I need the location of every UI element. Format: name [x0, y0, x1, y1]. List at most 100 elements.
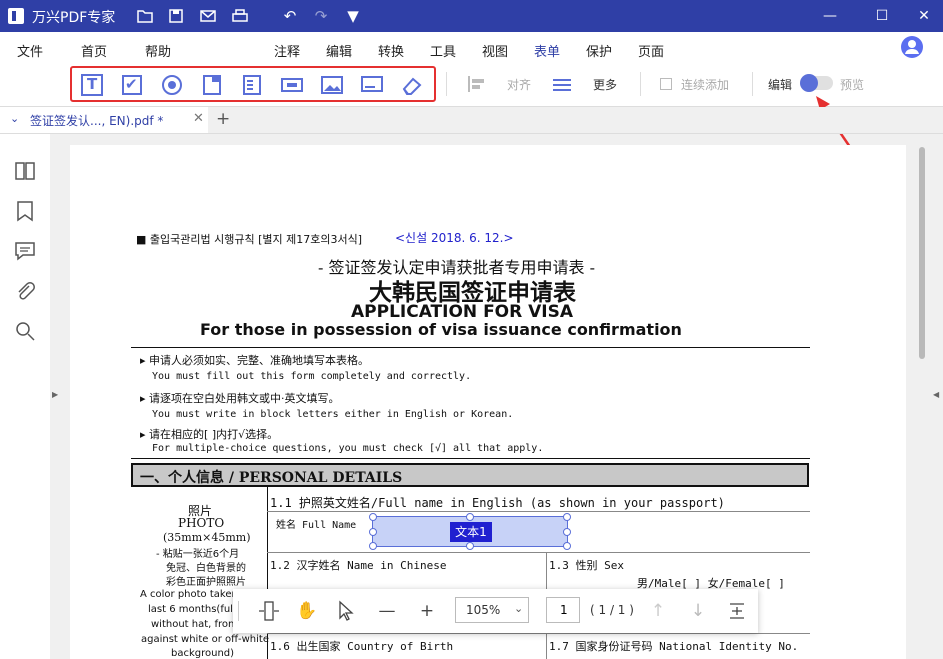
image-field-icon[interactable] — [321, 74, 343, 96]
page-total: ( 1 / 1 ) — [590, 603, 634, 617]
undo-icon[interactable]: ↶ — [281, 7, 299, 25]
resize-handle[interactable] — [563, 513, 571, 521]
menu-page[interactable]: 页面 — [638, 41, 664, 60]
bookmark-icon[interactable] — [14, 200, 36, 222]
search-icon[interactable] — [14, 320, 36, 342]
toolbar-divider — [640, 72, 641, 96]
align-label[interactable]: 对齐 — [507, 76, 531, 93]
resize-handle[interactable] — [369, 513, 377, 521]
more-label[interactable]: 更多 — [593, 76, 617, 93]
divider — [131, 347, 810, 348]
resize-handle[interactable] — [563, 528, 571, 536]
comment-icon[interactable] — [14, 240, 36, 262]
menu-view[interactable]: 视图 — [482, 41, 508, 60]
field-label: 1.3 性别 Sex — [549, 559, 624, 572]
continuous-add-checkbox[interactable] — [660, 78, 672, 90]
fit-page-icon[interactable] — [726, 600, 748, 622]
vertical-scrollbar[interactable] — [919, 147, 925, 359]
field-label: 姓名 Full Name — [276, 520, 357, 531]
hand-tool-icon[interactable]: ✋ — [296, 600, 318, 622]
minimize-icon[interactable]: — — [820, 6, 840, 26]
print-icon[interactable] — [231, 7, 249, 25]
photo-note-en: A color photo taken — [140, 589, 238, 600]
table-border — [267, 552, 810, 553]
signature-field-icon[interactable] — [361, 74, 383, 96]
checkbox-icon[interactable]: ✔ — [121, 74, 143, 96]
instruction-1-cn: ▸ 申请人必须如实、完整、准确地填写本表格。 — [140, 354, 370, 367]
thumbnails-icon[interactable] — [14, 160, 36, 182]
zoom-out-icon[interactable]: — — [376, 600, 398, 622]
menu-annotate[interactable]: 注释 — [274, 41, 300, 60]
button-icon[interactable] — [281, 74, 303, 96]
mail-icon[interactable] — [199, 7, 217, 25]
photo-note-en: background) — [171, 648, 235, 659]
zoom-in-icon[interactable]: + — [416, 600, 438, 622]
menu-file[interactable]: 文件 — [17, 41, 43, 60]
text-field-icon[interactable]: T — [81, 74, 103, 96]
tab-close-icon[interactable]: ✕ — [193, 111, 204, 126]
menu-tools[interactable]: 工具 — [430, 41, 456, 60]
radio-button-icon[interactable] — [161, 74, 183, 96]
menu-help[interactable]: 帮助 — [145, 41, 171, 60]
menu-home[interactable]: 首页 — [81, 41, 107, 60]
field-label: 1.7 国家身份证号码 National Identity No. — [549, 640, 799, 653]
form-tools-group: T ✔ — [70, 66, 436, 102]
photo-size: (35mm×45mm) — [163, 531, 251, 544]
photo-note-en: against white or off-white — [141, 634, 269, 645]
form-reference: ■ 출입국관리법 시행규칙 [별지 제17호의3서식] — [136, 233, 362, 246]
zoom-value: 105% — [466, 603, 501, 617]
field-label: 1.2 汉字姓名 Name in Chinese — [270, 559, 447, 572]
menu-form[interactable]: 表单 — [534, 41, 561, 67]
edit-preview-toggle[interactable] — [800, 74, 833, 92]
menu-bar: 文件 首页 帮助 注释 编辑 转换 工具 视图 表单 保护 页面 — [0, 32, 943, 67]
previous-page-icon[interactable]: ↑ — [647, 600, 669, 622]
revision-date: <신설 2018. 6. 12.> — [395, 231, 514, 245]
current-page: 1 — [560, 603, 568, 617]
app-logo — [8, 8, 24, 24]
menu-protect[interactable]: 保护 — [586, 41, 612, 60]
resize-handle[interactable] — [466, 542, 474, 550]
resize-handle[interactable] — [563, 542, 571, 550]
document-tab[interactable]: ⌄ 签证签发认..., EN).pdf * ✕ — [0, 107, 208, 133]
section-title: 一、个人信息 / PERSONAL DETAILS — [140, 470, 403, 486]
avatar[interactable] — [901, 36, 923, 58]
redo-icon[interactable]: ↷ — [312, 7, 330, 25]
select-tool-icon[interactable] — [336, 600, 358, 622]
eraser-icon[interactable] — [401, 74, 423, 96]
app-title: 万兴PDF专家 — [32, 10, 116, 26]
menu-convert[interactable]: 转换 — [378, 41, 404, 60]
combo-box-icon[interactable] — [201, 74, 223, 96]
page-number-input[interactable]: 1 — [546, 597, 580, 623]
zoom-select[interactable]: 105% ⌄ — [455, 597, 529, 623]
save-icon[interactable] — [167, 7, 185, 25]
photo-note: 免冠、白色背景的 — [166, 563, 246, 574]
pdf-page: ■ 출입국관리법 시행규칙 [별지 제17호의3서식] <신설 2018. 6.… — [70, 145, 906, 659]
document-tab-bar: ⌄ 签证签发认..., EN).pdf * ✕ + — [0, 107, 943, 134]
preview-label: 预览 — [840, 78, 865, 92]
form-toolbar: T ✔ 对齐 更多 连续添加 编辑 预览 — [0, 64, 943, 107]
collapse-left-icon[interactable]: ▶ — [52, 390, 58, 399]
edit-label: 编辑 — [768, 78, 793, 92]
dropdown-icon[interactable]: ▼ — [344, 7, 362, 25]
list-box-icon[interactable] — [241, 74, 263, 96]
align-icon[interactable] — [466, 74, 488, 96]
tab-chevron-icon[interactable]: ⌄ — [10, 112, 19, 125]
folder-icon[interactable] — [136, 7, 154, 25]
field-label: 1.1 护照英文姓名/Full name in English (as show… — [270, 496, 725, 510]
photo-note: 彩色正面护照照片 — [166, 577, 246, 588]
resize-handle[interactable] — [466, 513, 474, 521]
next-page-icon[interactable]: ↓ — [687, 600, 709, 622]
maximize-icon[interactable]: ☐ — [872, 6, 892, 26]
title-bar: 万兴PDF专家 ↶ ↷ ▼ — ☐ ✕ — [0, 0, 943, 32]
menu-edit[interactable]: 编辑 — [326, 41, 352, 60]
resize-handle[interactable] — [369, 542, 377, 550]
continuous-add-label: 连续添加 — [681, 78, 730, 92]
attachment-icon[interactable] — [14, 280, 36, 302]
resize-handle[interactable] — [369, 528, 377, 536]
close-icon[interactable]: ✕ — [914, 6, 934, 26]
more-icon[interactable] — [552, 74, 574, 96]
add-tab-icon[interactable]: + — [216, 109, 230, 129]
collapse-right-icon[interactable]: ◀ — [933, 390, 939, 399]
fit-width-icon[interactable] — [258, 600, 280, 622]
drag-handle[interactable] — [238, 601, 239, 621]
